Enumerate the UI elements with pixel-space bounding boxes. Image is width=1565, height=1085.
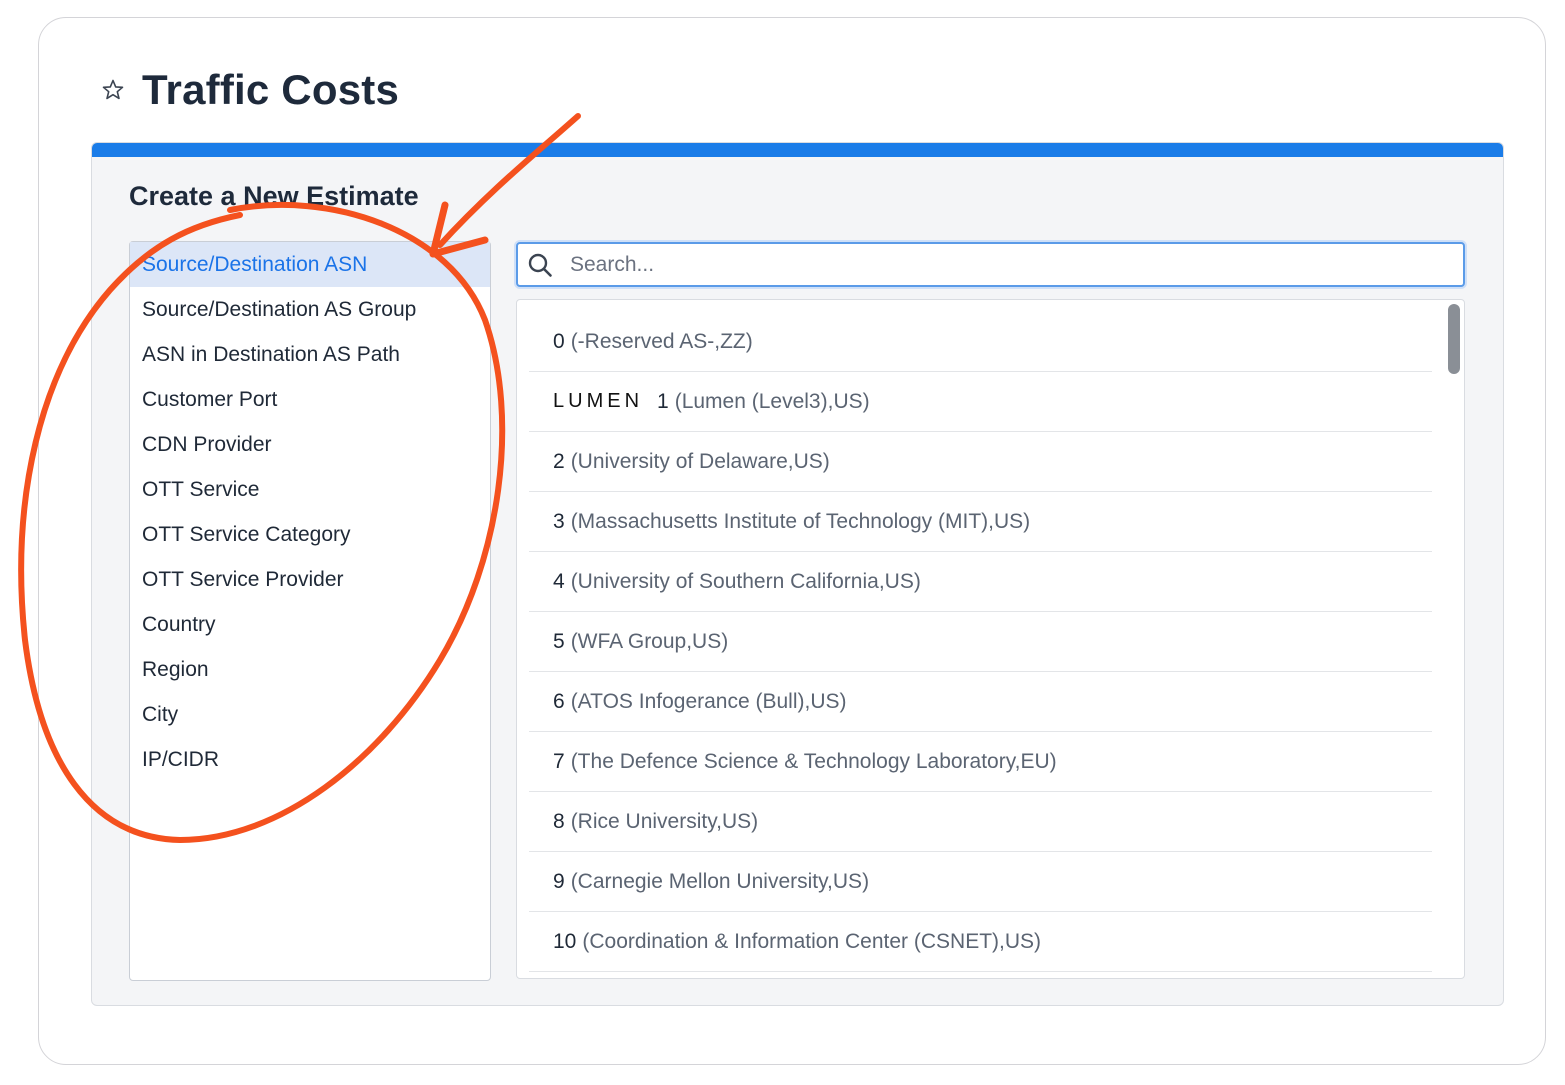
asn-row[interactable]: 6 (ATOS Infogerance (Bull),US) <box>529 672 1432 732</box>
asn-name: (ATOS Infogerance (Bull),US) <box>570 689 847 713</box>
asn-number: 9 <box>553 869 565 893</box>
search-icon <box>526 251 554 279</box>
asn-number: 7 <box>553 749 565 773</box>
asn-results-list: 0 (-Reserved AS-,ZZ) LUMEN 1 (Lumen (Level3)… <box>516 299 1465 979</box>
asn-number: 0 <box>553 329 565 353</box>
dimension-list: Source/Destination ASN Source/Destination… <box>129 241 491 981</box>
asn-row[interactable]: 0 (-Reserved AS-,ZZ) <box>529 312 1432 372</box>
asn-row[interactable]: 2 (University of Delaware,US) <box>529 432 1432 492</box>
estimate-panel: Create a New Estimate Source/Destination… <box>91 142 1504 1006</box>
dimension-item[interactable]: Region <box>130 647 490 692</box>
asn-number: 2 <box>553 449 565 473</box>
dimension-item[interactable]: IP/CIDR <box>130 737 490 782</box>
asn-number: 8 <box>553 809 565 833</box>
dimension-item[interactable]: Country <box>130 602 490 647</box>
asn-name: (Massachusetts Institute of Technology (… <box>570 509 1031 533</box>
dimension-item[interactable]: OTT Service Provider <box>130 557 490 602</box>
asn-number: 4 <box>553 569 565 593</box>
dimension-item[interactable]: OTT Service <box>130 467 490 512</box>
lumen-logo: LUMEN <box>553 390 644 412</box>
dimension-item[interactable]: OTT Service Category <box>130 512 490 557</box>
search-input[interactable] <box>568 251 1432 278</box>
scrollbar-thumb[interactable] <box>1448 304 1460 374</box>
panel-accent-bar <box>92 143 1503 157</box>
asn-number: 6 <box>553 689 565 713</box>
asn-number: 10 <box>553 929 577 953</box>
asn-number: 1 <box>657 389 669 413</box>
asn-name: (University of Southern California,US) <box>570 569 921 593</box>
dimension-item[interactable]: Source/Destination ASN <box>130 242 490 287</box>
asn-name: (Rice University,US) <box>570 809 759 833</box>
search-box[interactable] <box>516 242 1465 287</box>
panel-heading: Create a New Estimate <box>129 181 419 211</box>
asn-name: (The Defence Science & Technology Labora… <box>570 749 1057 773</box>
asn-number: 5 <box>553 629 565 653</box>
asn-name: (-Reserved AS-,ZZ) <box>570 329 753 353</box>
dimension-item[interactable]: Customer Port <box>130 377 490 422</box>
star-icon[interactable] <box>100 77 126 103</box>
asn-row[interactable]: 4 (University of Southern California,US) <box>529 552 1432 612</box>
title-row: Traffic Costs <box>100 62 399 118</box>
dimension-item[interactable]: ASN in Destination AS Path <box>130 332 490 377</box>
asn-name: (WFA Group,US) <box>570 629 729 653</box>
dimension-item[interactable]: Source/Destination AS Group <box>130 287 490 332</box>
asn-name: (Coordination & Information Center (CSNE… <box>582 929 1042 953</box>
results-scrollbar[interactable] <box>1448 304 1460 972</box>
asn-row[interactable]: LUMEN 1 (Lumen (Level3),US) <box>529 372 1432 432</box>
asn-name: (Lumen (Level3),US) <box>674 389 870 413</box>
asn-row[interactable]: 5 (WFA Group,US) <box>529 612 1432 672</box>
page-title: Traffic Costs <box>142 66 399 113</box>
asn-row[interactable]: 9 (Carnegie Mellon University,US) <box>529 852 1432 912</box>
dimension-item[interactable]: City <box>130 692 490 737</box>
asn-row[interactable]: 10 (Coordination & Information Center (CS… <box>529 912 1432 972</box>
asn-row[interactable]: 3 (Massachusetts Institute of Technology … <box>529 492 1432 552</box>
asn-name: (Carnegie Mellon University,US) <box>570 869 870 893</box>
asn-number: 3 <box>553 509 565 533</box>
asn-name: (University of Delaware,US) <box>570 449 830 473</box>
asn-row[interactable]: 7 (The Defence Science & Technology Labor… <box>529 732 1432 792</box>
asn-results-rows: 0 (-Reserved AS-,ZZ) LUMEN 1 (Lumen (Level3)… <box>529 312 1432 972</box>
asn-row[interactable]: 8 (Rice University,US) <box>529 792 1432 852</box>
dimension-item[interactable]: CDN Provider <box>130 422 490 467</box>
